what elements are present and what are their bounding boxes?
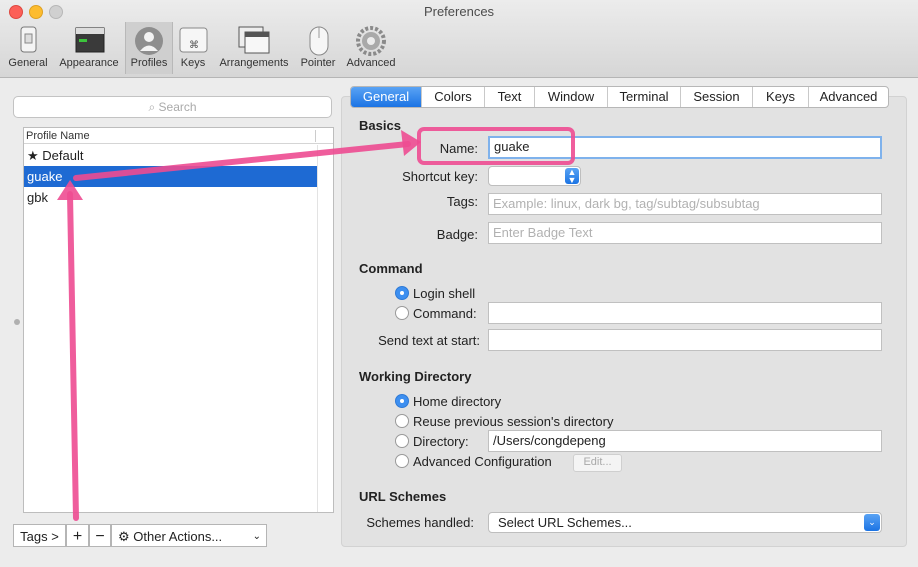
annotation-arrow-to-profile <box>67 191 79 521</box>
annotation-highlight-box <box>417 127 575 165</box>
annotation-overlay <box>57 127 575 521</box>
annotation-arrow-to-name <box>73 141 411 181</box>
annotation-arrowhead-up <box>57 180 83 200</box>
